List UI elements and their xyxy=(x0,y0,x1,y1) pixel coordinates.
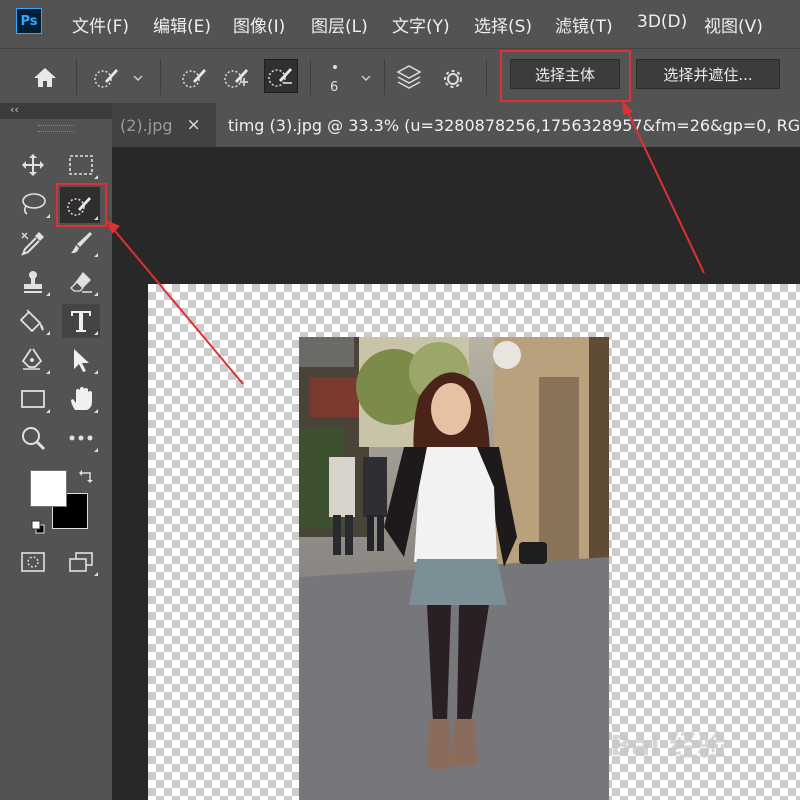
swap-colors-icon[interactable] xyxy=(78,469,94,485)
paintbrush-icon xyxy=(71,232,92,254)
more-tools-button[interactable] xyxy=(62,421,100,455)
document-tabs: (2).jpg × timg (3).jpg @ 33.3% (u=328087… xyxy=(112,103,800,147)
photoshop-logo: Ps xyxy=(16,8,42,34)
move-tool[interactable] xyxy=(14,148,52,182)
quick-select-brush-icon xyxy=(94,69,118,88)
collapse-toggle[interactable]: ‹‹ xyxy=(10,103,19,117)
tools-panel: ‹‹ xyxy=(0,103,112,800)
zoom-tool[interactable] xyxy=(14,421,52,455)
add-to-selection-button[interactable] xyxy=(222,62,252,92)
rectangle-shape-icon xyxy=(21,390,45,408)
quick-mask-icon xyxy=(21,552,45,572)
paint-bucket-icon xyxy=(19,309,44,333)
select-and-mask-button[interactable]: 选择并遮住... xyxy=(636,59,780,89)
enhance-edge-button[interactable] xyxy=(438,62,468,92)
eraser-tool[interactable] xyxy=(62,265,100,299)
foreground-color-swatch[interactable] xyxy=(30,470,67,507)
quick-selection-brush-icon xyxy=(67,197,91,216)
screen-mode-button[interactable] xyxy=(62,545,100,579)
chevron-down-icon[interactable] xyxy=(132,73,144,83)
menu-edit[interactable]: 编辑(E) xyxy=(153,12,211,37)
marquee-tool[interactable] xyxy=(62,148,100,182)
move-icon xyxy=(22,154,44,176)
pen-tool[interactable] xyxy=(14,343,52,377)
eyedropper-icon xyxy=(21,232,44,256)
tab-document-2[interactable]: (2).jpg × xyxy=(112,103,216,147)
quick-select-preset-button[interactable] xyxy=(92,62,122,92)
menu-filter[interactable]: 滤镜(T) xyxy=(555,12,613,37)
rectangle-tool[interactable] xyxy=(14,382,52,416)
options-bar: 6 选择主体 选择并遮住... xyxy=(0,48,800,103)
chevron-down-icon[interactable] xyxy=(360,73,372,83)
hand-icon xyxy=(71,387,92,410)
quick-mask-button[interactable] xyxy=(14,545,52,579)
pen-nib-icon xyxy=(21,348,43,370)
baidu-watermark: Bai 经验 xyxy=(610,729,726,762)
panel-grip[interactable] xyxy=(38,125,74,132)
tab-label: timg (3).jpg @ 33.3% (u=3280878256,17563… xyxy=(228,115,800,135)
home-icon xyxy=(34,68,56,87)
tab-label: (2).jpg xyxy=(120,115,173,135)
text-t-icon xyxy=(71,311,91,332)
quick-selection-tool[interactable] xyxy=(60,187,100,223)
menu-select[interactable]: 选择(S) xyxy=(474,12,532,37)
new-selection-button[interactable] xyxy=(180,62,210,92)
menu-view[interactable]: 视图(V) xyxy=(704,12,763,37)
home-button[interactable] xyxy=(30,62,60,92)
subtract-from-selection-button[interactable] xyxy=(264,59,298,93)
quick-select-new-icon xyxy=(182,69,206,88)
menu-layer[interactable]: 图层(L) xyxy=(311,12,368,37)
hand-tool[interactable] xyxy=(62,382,100,416)
lasso-tool[interactable] xyxy=(14,187,52,221)
rectangle-marquee-icon xyxy=(69,155,93,175)
ellipsis-icon xyxy=(69,435,93,441)
menu-3d[interactable]: 3D(D) xyxy=(637,12,687,32)
quick-select-add-icon xyxy=(224,69,248,88)
paint-bucket-tool[interactable] xyxy=(14,304,52,338)
gear-icon xyxy=(444,70,462,88)
menu-file[interactable]: 文件(F) xyxy=(72,12,129,37)
sample-all-layers-button[interactable] xyxy=(394,62,424,92)
tab-document-timg-3[interactable]: timg (3).jpg @ 33.3% (u=3280878256,17563… xyxy=(216,103,800,147)
magnifier-icon xyxy=(22,427,46,451)
layers-icon xyxy=(396,65,422,89)
type-tool[interactable] xyxy=(62,304,100,338)
quick-select-subtract-icon xyxy=(268,68,292,87)
eyedropper-tool[interactable] xyxy=(14,226,52,260)
screen-mode-icon xyxy=(69,552,93,572)
cursor-arrow-icon xyxy=(74,349,89,372)
clone-stamp-tool[interactable] xyxy=(14,265,52,299)
menu-image[interactable]: 图像(I) xyxy=(233,12,285,37)
brush-size-value[interactable]: 6 xyxy=(330,80,338,95)
close-icon[interactable]: × xyxy=(187,115,201,135)
brush-tool[interactable] xyxy=(62,226,100,260)
lasso-icon xyxy=(22,193,46,215)
stamp-icon xyxy=(24,271,42,293)
default-colors-icon[interactable] xyxy=(30,519,46,535)
eraser-icon xyxy=(70,272,92,293)
menu-type[interactable]: 文字(Y) xyxy=(392,12,450,37)
menu-bar: Ps 文件(F) 编辑(E) 图像(I) 图层(L) 文字(Y) 选择(S) 滤… xyxy=(0,0,800,48)
tools-panel-header: ‹‹ xyxy=(0,103,112,119)
path-selection-tool[interactable] xyxy=(62,343,100,377)
brush-size-dot-icon xyxy=(333,65,337,69)
select-subject-button[interactable]: 选择主体 xyxy=(510,59,620,89)
photo-woman-street[interactable] xyxy=(299,337,609,800)
